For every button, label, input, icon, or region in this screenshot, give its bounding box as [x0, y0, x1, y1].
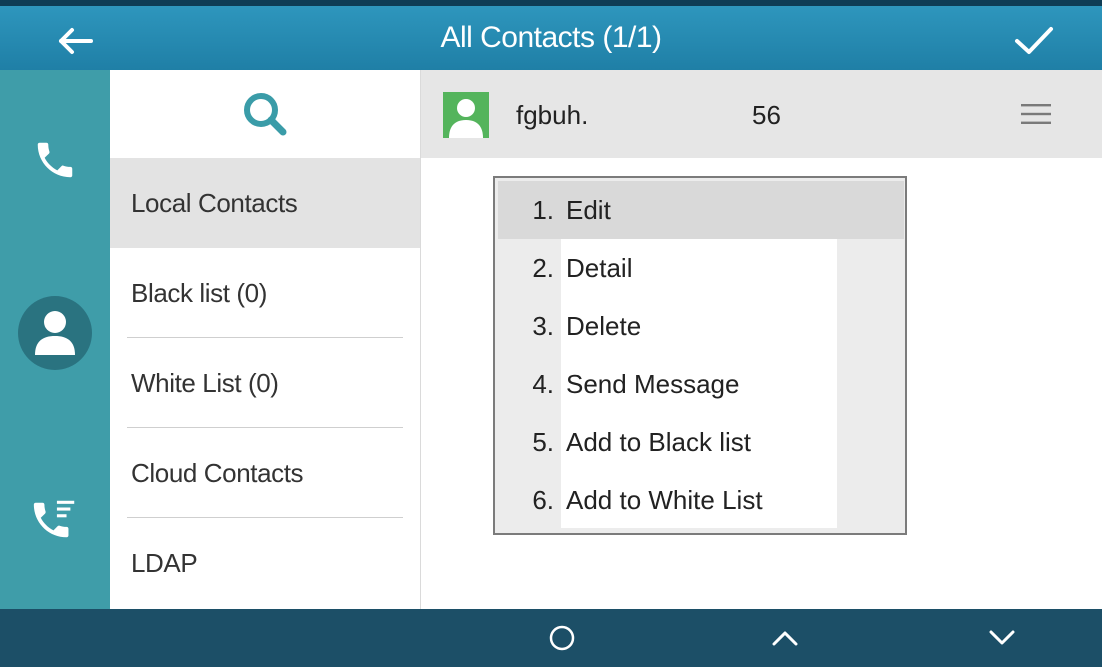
menu-item-label: Detail	[566, 252, 633, 283]
chevron-down-icon	[989, 630, 1015, 645]
contacts-icon	[35, 311, 75, 355]
call-history-icon	[33, 500, 75, 538]
category-list-panel: Local Contacts Black list (0) White List…	[110, 70, 420, 610]
softkey-down[interactable]	[942, 609, 1062, 667]
phone-icon	[37, 142, 73, 178]
menu-item-number: 4.	[532, 368, 554, 399]
menu-item-label: Edit	[566, 194, 611, 225]
avatar	[443, 92, 489, 138]
rail-contacts-button[interactable]	[0, 278, 110, 388]
category-label: Cloud Contacts	[131, 457, 304, 488]
category-label: White List (0)	[131, 367, 279, 398]
search-button[interactable]	[110, 70, 420, 158]
softkey-ok[interactable]	[502, 609, 622, 667]
person-icon	[449, 99, 483, 138]
contact-number: 56	[752, 100, 781, 130]
confirm-button[interactable]	[1006, 16, 1062, 66]
menu-item-add-to-black-list[interactable]: 5. Add to Black list	[498, 413, 904, 471]
contact-row[interactable]: fgbuh. 56	[421, 70, 1102, 158]
back-button[interactable]	[48, 16, 104, 66]
category-ldap[interactable]: LDAP	[110, 518, 420, 608]
softkey-bar	[0, 609, 1102, 667]
circle-icon	[549, 625, 575, 651]
contacts-screen: All Contacts (1/1) Local Contacts Black …	[0, 0, 1102, 667]
menu-item-number: 1.	[532, 194, 554, 225]
menu-item-label: Add to White List	[566, 484, 763, 515]
rail-phone-button[interactable]	[0, 120, 110, 200]
contact-options-button[interactable]	[1018, 98, 1054, 130]
title-bar: All Contacts (1/1)	[0, 0, 1102, 70]
category-cloud-contacts[interactable]: Cloud Contacts	[110, 428, 420, 518]
category-black-list[interactable]: Black list (0)	[110, 248, 420, 338]
menu-item-delete[interactable]: 3. Delete	[498, 297, 904, 355]
checkmark-icon	[1015, 27, 1053, 54]
rail-call-history-button[interactable]	[0, 480, 110, 560]
contact-name: fgbuh.	[516, 100, 589, 130]
menu-item-label: Delete	[566, 310, 642, 341]
category-label: Local Contacts	[131, 187, 298, 218]
menu-item-detail[interactable]: 2. Detail	[498, 239, 904, 297]
search-icon	[244, 93, 287, 136]
menu-item-number: 2.	[532, 252, 554, 283]
softkey-up[interactable]	[725, 609, 845, 667]
menu-item-number: 6.	[532, 484, 554, 515]
category-list: Local Contacts Black list (0) White List…	[110, 158, 420, 608]
category-label: LDAP	[131, 547, 198, 578]
contacts-active-indicator	[18, 296, 92, 370]
page-title: All Contacts (1/1)	[440, 21, 662, 54]
menu-item-number: 3.	[532, 310, 554, 341]
menu-icon	[1021, 104, 1051, 124]
arrow-left-icon	[59, 28, 93, 54]
category-white-list[interactable]: White List (0)	[110, 338, 420, 428]
menu-item-send-message[interactable]: 4. Send Message	[498, 355, 904, 413]
left-rail	[0, 70, 110, 610]
menu-item-label: Add to Black list	[566, 426, 751, 457]
menu-item-label: Send Message	[566, 368, 740, 399]
menu-item-number: 5.	[532, 426, 554, 457]
contact-options-menu: 1. Edit 2. Detail 3. Delete 4. Send Mess…	[493, 176, 907, 535]
menu-item-add-to-white-list[interactable]: 6. Add to White List	[498, 471, 904, 529]
menu-item-edit[interactable]: 1. Edit	[498, 181, 904, 239]
category-label: Black list (0)	[131, 277, 267, 308]
category-local-contacts[interactable]: Local Contacts	[110, 158, 420, 248]
chevron-up-icon	[772, 631, 798, 646]
